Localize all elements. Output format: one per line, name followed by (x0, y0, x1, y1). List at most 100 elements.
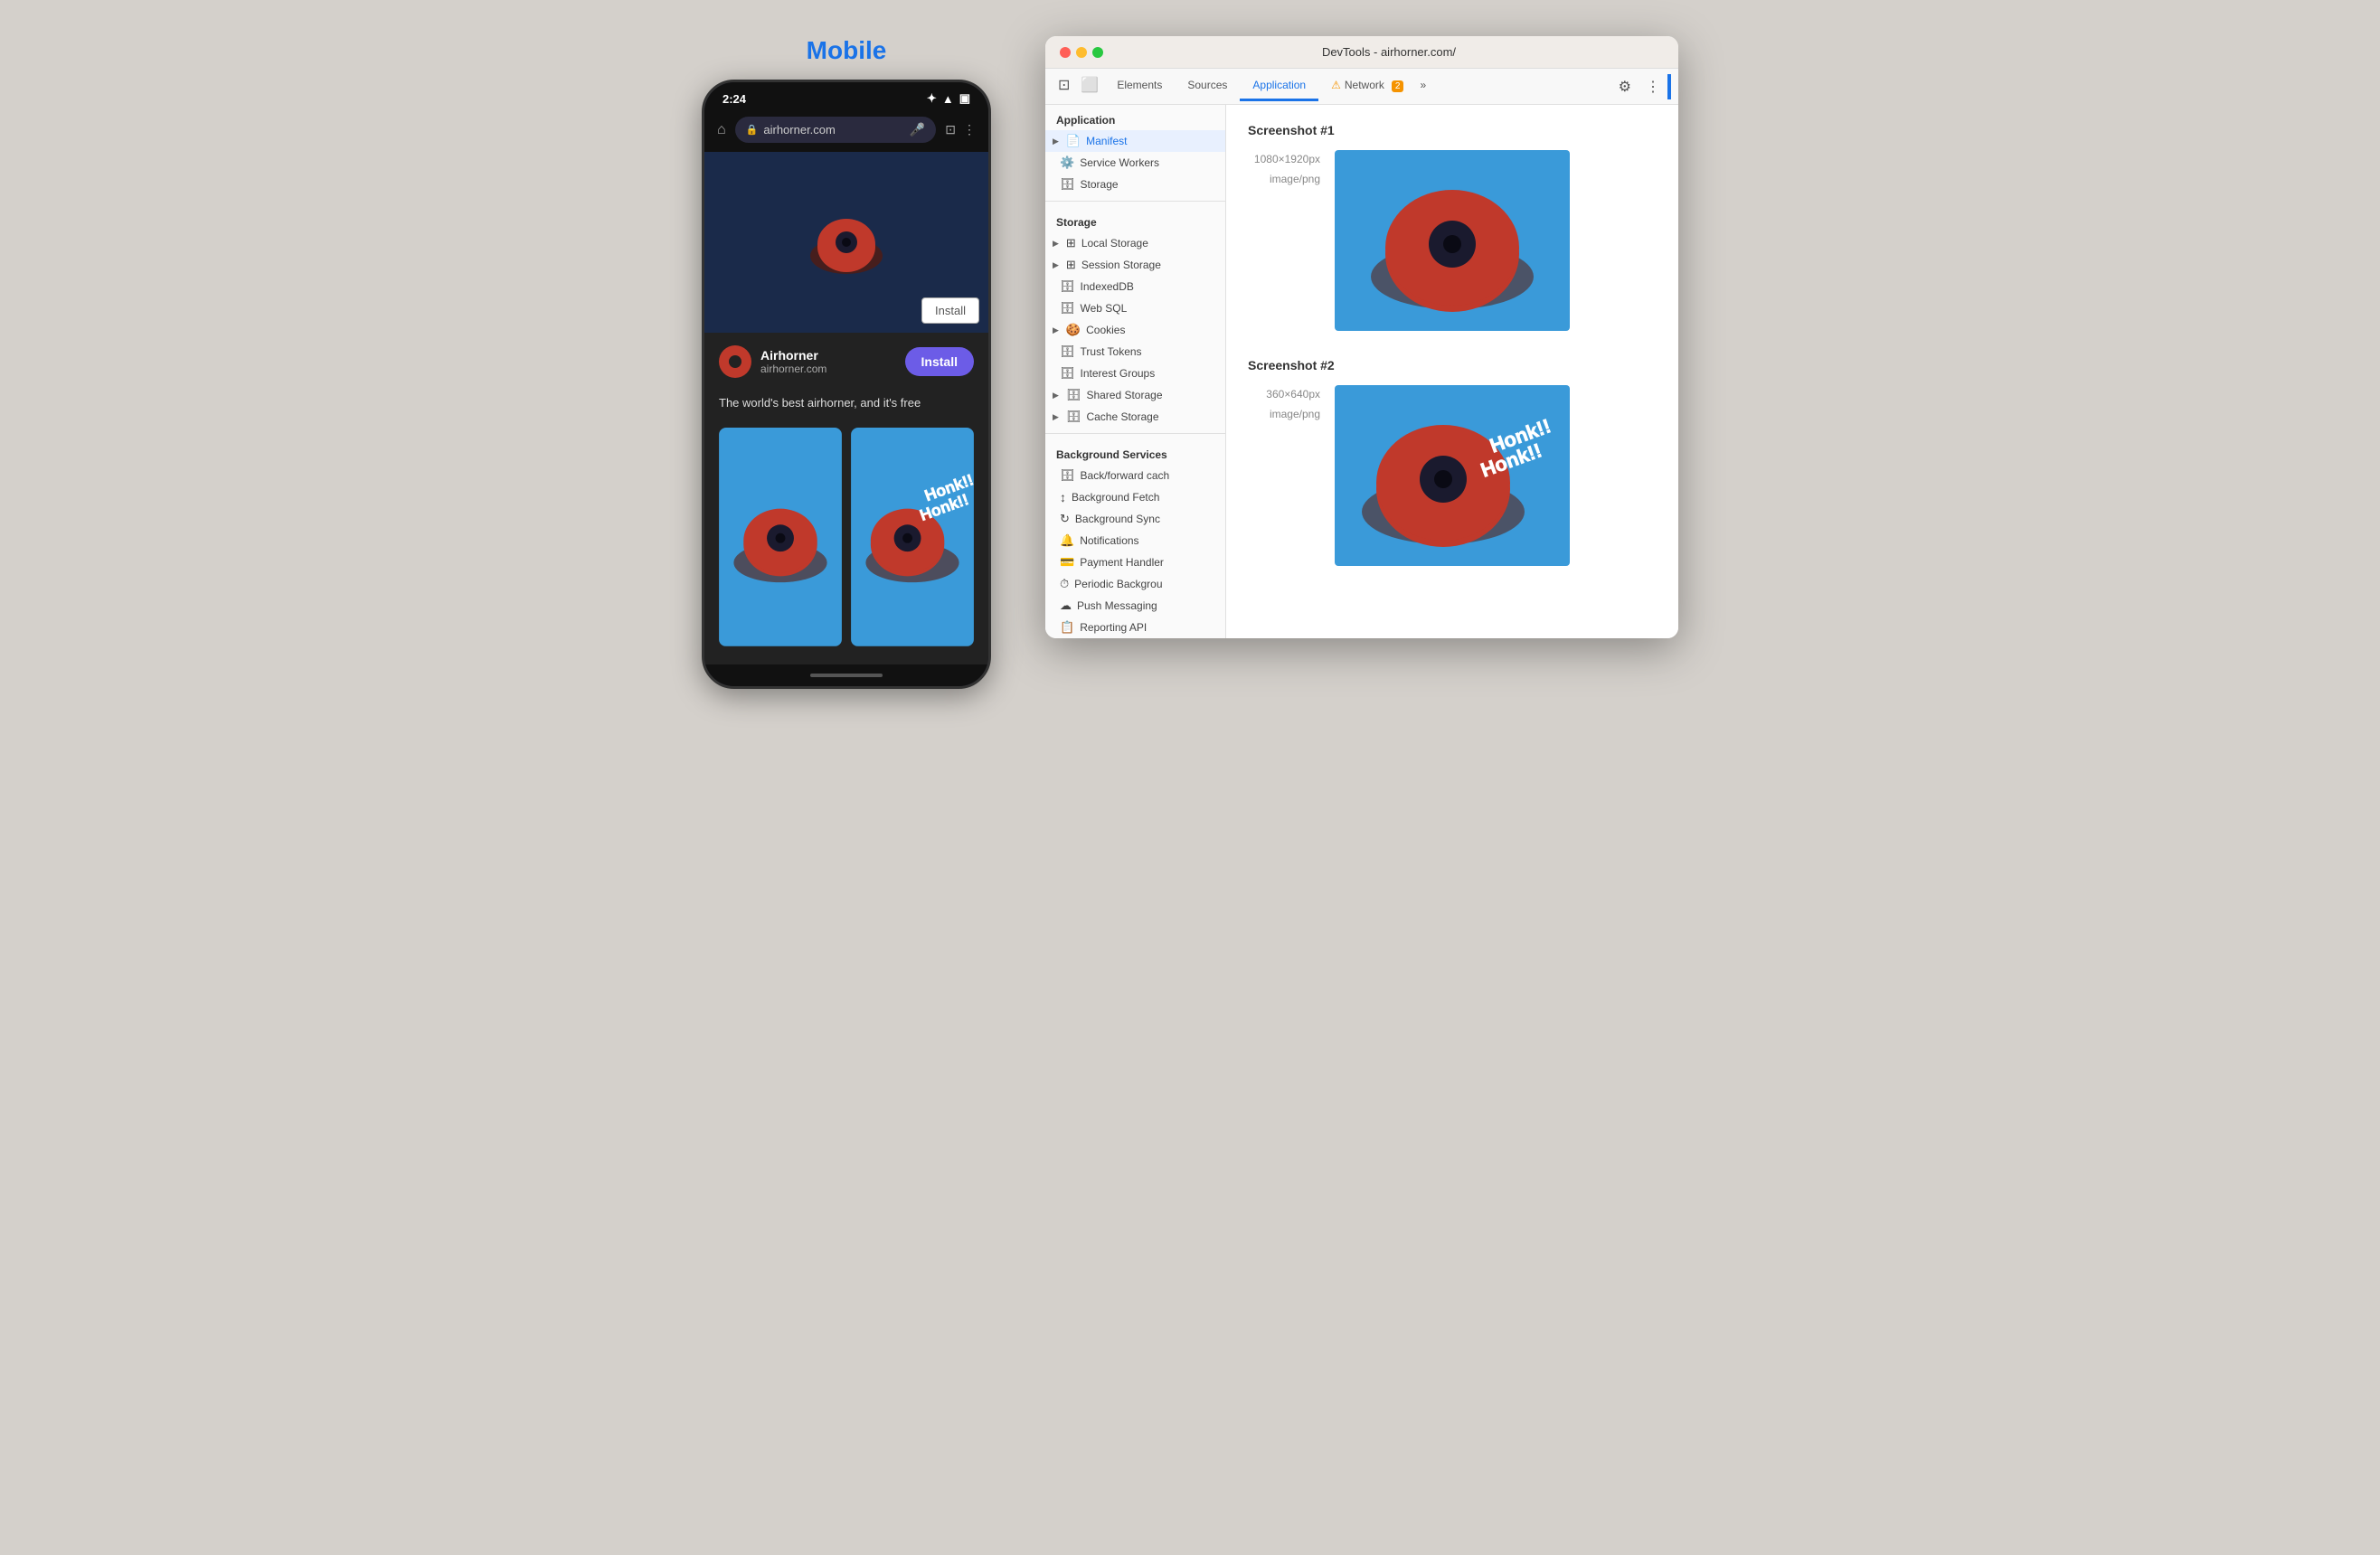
phone-home-indicator (810, 674, 883, 677)
sidebar-item-reporting-api-label: Reporting API (1080, 621, 1147, 634)
tab-elements[interactable]: Elements (1104, 71, 1175, 101)
phone-url-box[interactable]: 🔒 airhorner.com 🎤 (735, 117, 937, 143)
more-icon[interactable]: ⋮ (963, 122, 976, 137)
sidebar-item-background-sync[interactable]: ↻ Background Sync (1045, 508, 1225, 530)
inspect-tool-button[interactable]: ⊡ (1053, 69, 1075, 104)
sidebar-section-application: Application (1045, 105, 1225, 130)
phone-screenshots: Honk!! Honk!! (704, 419, 988, 664)
sidebar-item-local-storage[interactable]: ▶ ⊞ Local Storage (1045, 232, 1225, 254)
device-toggle-button[interactable]: ⬜ (1075, 69, 1104, 104)
sidebar-item-periodic-background-label: Periodic Backgrou (1074, 578, 1162, 590)
sidebar-item-notifications[interactable]: 🔔 Notifications (1045, 530, 1225, 551)
sidebar-item-periodic-background[interactable]: ⏱ Periodic Backgrou (1045, 573, 1225, 595)
arrow-icon-c: ▶ (1053, 325, 1059, 335)
settings-button[interactable]: ⚙ (1611, 71, 1639, 103)
sidebar-item-back-forward-cache-label: Back/forward cach (1081, 469, 1170, 482)
app-info: Airhorner airhorner.com (760, 348, 896, 375)
sidebar-item-push-messaging[interactable]: ☁ Push Messaging (1045, 595, 1225, 617)
install-button[interactable]: Install (905, 347, 974, 376)
sidebar-section-bg-services: Background Services (1045, 439, 1225, 465)
arrow-icon: ▶ (1053, 137, 1059, 146)
sidebar-item-indexeddb-label: IndexedDB (1081, 280, 1134, 293)
more-options-button[interactable]: ⋮ (1639, 71, 1667, 103)
tab-sources[interactable]: Sources (1175, 71, 1240, 101)
phone-url-text: airhorner.com (763, 123, 903, 137)
screenshot-1-dimensions: 1080×1920px (1248, 150, 1320, 170)
sidebar-item-cache-storage-label: Cache Storage (1086, 410, 1158, 423)
screenshot-2-preview: Honk!! Honk!! (1335, 385, 1570, 566)
interest-groups-icon: 🗄 (1060, 366, 1075, 381)
arrow-icon-shs: ▶ (1053, 391, 1059, 401)
sidebar-item-payment-handler[interactable]: 💳 Payment Handler (1045, 551, 1225, 573)
close-button[interactable] (1060, 47, 1071, 58)
active-tab-indicator (1667, 74, 1671, 99)
phone-statusbar: 2:24 ✦ ▲ ▣ (704, 82, 988, 111)
arrow-icon-ss: ▶ (1053, 260, 1059, 270)
sidebar-item-local-storage-label: Local Storage (1081, 237, 1148, 250)
tab-network[interactable]: ⚠ Network (1318, 71, 1397, 101)
phone-time: 2:24 (722, 92, 746, 106)
mobile-label: Mobile (807, 36, 887, 65)
phone-content-area: Install (704, 152, 988, 333)
sidebar-item-reporting-api[interactable]: 📋 Reporting API (1045, 617, 1225, 638)
screenshot-2-title: Screenshot #2 (1248, 358, 1657, 372)
sidebar-item-cookies-label: Cookies (1086, 324, 1125, 336)
screenshot-1-title: Screenshot #1 (1248, 123, 1657, 137)
sidebar-item-interest-groups-label: Interest Groups (1081, 367, 1156, 380)
indexeddb-icon: 🗄 (1060, 279, 1075, 294)
app-icon-inner (729, 355, 741, 368)
storage-icon: 🗄 (1060, 177, 1075, 192)
traffic-lights (1060, 47, 1103, 58)
background-fetch-icon: ↕ (1060, 490, 1066, 504)
sidebar-item-manifest[interactable]: ▶ 📄 Manifest (1045, 130, 1225, 152)
sidebar-item-trust-tokens-label: Trust Tokens (1081, 345, 1142, 358)
screenshot-1-format: image/png (1248, 170, 1320, 190)
sidebar-item-interest-groups[interactable]: 🗄 Interest Groups (1045, 363, 1225, 384)
cache-storage-icon: 🗄 (1066, 410, 1081, 424)
devtools-title: DevTools - airhorner.com/ (1114, 45, 1664, 59)
sidebar-divider-1 (1045, 201, 1225, 202)
sidebar-item-notifications-label: Notifications (1080, 534, 1138, 547)
sidebar-item-cookies[interactable]: ▶ 🍪 Cookies (1045, 319, 1225, 341)
sidebar-item-background-fetch[interactable]: ↕ Background Fetch (1045, 486, 1225, 508)
devtools-titlebar: DevTools - airhorner.com/ (1045, 36, 1678, 69)
sidebar-item-cache-storage[interactable]: ▶ 🗄 Cache Storage (1045, 406, 1225, 428)
home-icon[interactable]: ⌂ (717, 122, 726, 138)
battery-icon: ▣ (959, 91, 970, 106)
phone-statusbar-right: ✦ ▲ ▣ (927, 91, 970, 106)
screenshot-2-format: image/png (1248, 405, 1320, 425)
phone-install-banner: Airhorner airhorner.com Install (704, 333, 988, 391)
maximize-button[interactable] (1092, 47, 1103, 58)
sidebar-item-shared-storage-label: Shared Storage (1086, 389, 1162, 401)
app-name: Airhorner (760, 348, 896, 363)
sidebar-item-storage[interactable]: 🗄 Storage (1045, 174, 1225, 195)
screenshot-2-meta: 360×640px image/png (1248, 385, 1320, 424)
sidebar-item-service-workers[interactable]: ⚙️ Service Workers (1045, 152, 1225, 174)
sidebar-item-session-storage[interactable]: ▶ ⊞ Session Storage (1045, 254, 1225, 276)
sidebar-item-indexeddb[interactable]: 🗄 IndexedDB (1045, 276, 1225, 297)
tab-application[interactable]: Application (1240, 71, 1318, 101)
sidebar-item-trust-tokens[interactable]: 🗄 Trust Tokens (1045, 341, 1225, 363)
network-warn-badge: 2 (1392, 80, 1404, 92)
arrow-icon-ls: ▶ (1053, 239, 1059, 249)
sidebar-item-service-workers-label: Service Workers (1080, 156, 1159, 169)
app-domain: airhorner.com (760, 363, 896, 375)
payment-handler-icon: 💳 (1060, 555, 1074, 570)
sidebar-item-shared-storage[interactable]: ▶ 🗄 Shared Storage (1045, 384, 1225, 406)
minimize-button[interactable] (1076, 47, 1087, 58)
mic-icon[interactable]: 🎤 (910, 122, 925, 137)
screenshot-2-image: Honk!! Honk!! (1335, 385, 1570, 566)
shared-storage-icon: 🗄 (1066, 388, 1081, 402)
devtools-sidebar: Application ▶ 📄 Manifest ⚙️ Service Work… (1045, 105, 1226, 638)
airhorn-bg-icon (801, 197, 892, 287)
sidebar-item-back-forward-cache[interactable]: 🗄 Back/forward cach (1045, 465, 1225, 486)
download-icon[interactable]: ⊡ (945, 122, 956, 137)
mobile-section: Mobile 2:24 ✦ ▲ ▣ ⌂ 🔒 airhorner.com 🎤 ⊡ … (702, 36, 991, 689)
sidebar-item-web-sql[interactable]: 🗄 Web SQL (1045, 297, 1225, 319)
web-sql-icon: 🗄 (1060, 301, 1075, 316)
wifi-icon: ▲ (942, 92, 954, 106)
tab-more[interactable]: » (1407, 71, 1439, 101)
sidebar-section-storage: Storage (1045, 207, 1225, 232)
phone-screenshot-1 (719, 428, 842, 646)
notifications-icon: 🔔 (1060, 533, 1074, 548)
